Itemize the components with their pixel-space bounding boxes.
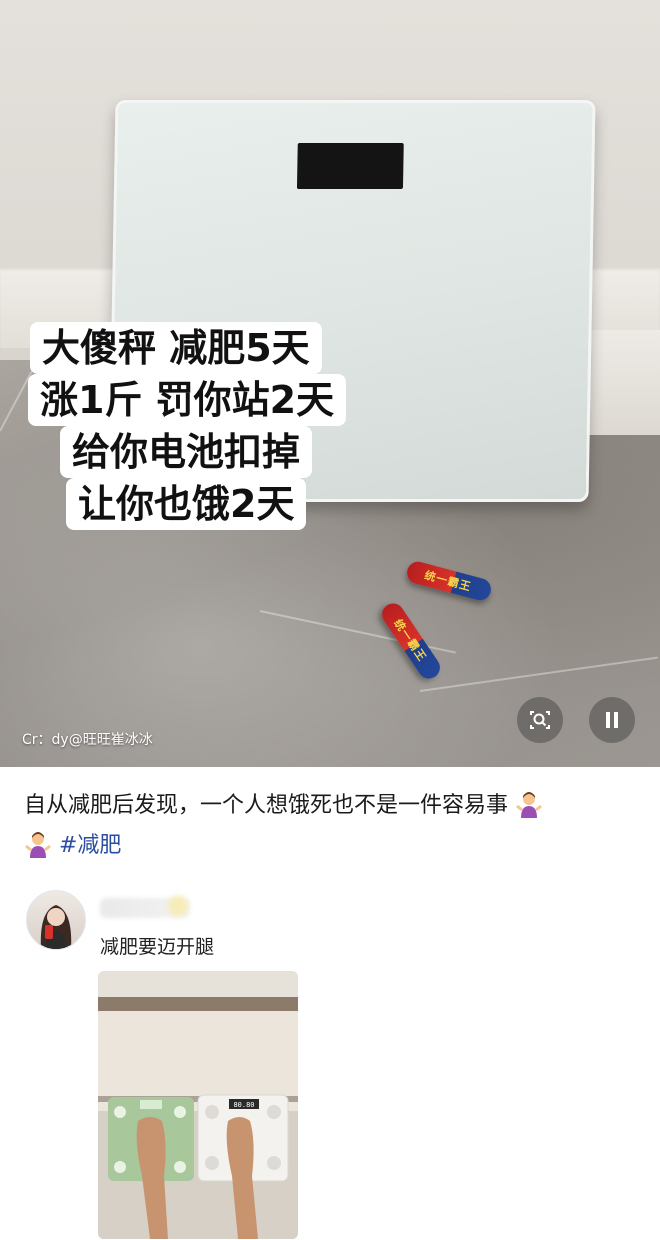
comment-text: 减肥要迈开腿 [100,936,215,958]
overlay-line: 让你也饿2天 [66,478,307,530]
video-credit: Cr：dy@旺旺崔冰冰 [22,732,153,748]
avatar[interactable] [26,890,86,950]
post-text: 自从减肥后发现，一个人想饿死也不是一件容易事 [24,793,509,818]
overlay-line: 给你电池扣掉 [60,426,313,478]
pause-icon [606,712,618,728]
username-badge [168,896,188,916]
scale-display [296,143,404,189]
search-zoom-icon [530,711,550,729]
pause-button[interactable] [589,697,635,743]
hashtag-link[interactable]: #减肥 [59,833,121,858]
overlay-caption: 大傻秤 减肥5天 涨1斤 罚你站2天 给你电池扣掉 让你也饿2天 [28,322,358,530]
person-shrugging-emoji [25,832,51,858]
avatar-image [40,905,72,949]
scale-reading: 80.80 [233,1101,254,1109]
comment-image-scene: 80.80 [98,971,298,1239]
post-caption: 自从减肥后发现，一个人想饿死也不是一件容易事 #减肥 [24,786,636,866]
overlay-line: 大傻秤 减肥5天 [30,322,322,374]
post-media[interactable]: 统一霸王 统一霸王 大傻秤 减肥5天 涨1斤 罚你站2天 给你电池扣掉 让你也饿… [0,0,660,767]
person-shrugging-emoji [516,792,542,818]
zoom-button[interactable] [517,697,563,743]
overlay-line: 涨1斤 罚你站2天 [28,374,347,426]
comment-image[interactable]: 80.80 [98,971,298,1239]
